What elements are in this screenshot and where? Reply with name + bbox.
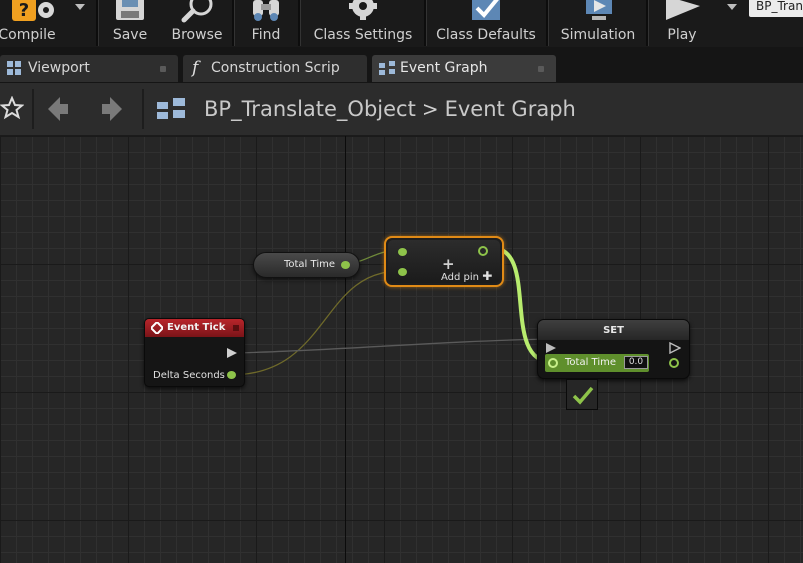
toolbar-separator — [298, 0, 301, 46]
event-tick-delegate-pin[interactable] — [233, 325, 239, 331]
class-settings-label: Class Settings — [313, 27, 413, 43]
toolbar-separator — [646, 0, 649, 46]
set-total-time-node[interactable]: SET Total Time 0.0 — [537, 319, 690, 379]
svg-text:?: ? — [19, 0, 29, 21]
tab-close-icon[interactable] — [160, 66, 166, 72]
find-binoculars-icon — [253, 0, 279, 21]
toolbar-separator — [546, 0, 549, 46]
nav-separator — [32, 89, 34, 129]
add-pin-button[interactable]: Add pin ✚ — [441, 269, 492, 283]
back-arrow-icon[interactable] — [46, 96, 70, 122]
simulation-icon — [586, 0, 612, 20]
document-tab-bar: Viewport f Construction Scrip Event Grap… — [0, 47, 803, 83]
set-pin-label: Total Time — [565, 357, 617, 368]
checkmark-icon — [572, 386, 594, 405]
favorite-star-icon[interactable] — [0, 96, 24, 120]
browse-label: Browse — [171, 27, 223, 43]
play-button[interactable]: Play — [654, 0, 710, 46]
tab-event-graph-label: Event Graph — [400, 60, 488, 76]
tab-close-icon[interactable] — [538, 66, 544, 72]
compile-label: Compile — [0, 27, 56, 43]
browse-magnifier-icon — [181, 0, 213, 23]
graph-icon — [379, 61, 395, 75]
wire-exec-tick-to-set — [232, 338, 551, 354]
delta-seconds-label: Delta Seconds — [153, 370, 225, 381]
get-total-time-label: Total Time — [283, 259, 335, 270]
set-input-pin[interactable] — [548, 358, 558, 368]
wire-delta-seconds-to-add — [229, 270, 401, 376]
class-defaults-button[interactable]: Class Defaults — [430, 0, 542, 46]
graph-navigation-bar: BP_Translate_Object > Event Graph — [0, 83, 803, 136]
save-button[interactable]: Save — [104, 0, 156, 46]
add-pin-label: Add pin — [441, 272, 480, 283]
save-icon — [116, 0, 144, 20]
class-settings-gear-icon — [349, 0, 377, 20]
toolbar-separator — [96, 0, 99, 46]
add-input-b-pin[interactable] — [398, 268, 407, 276]
nav-separator — [142, 89, 144, 129]
viewport-icon — [7, 61, 21, 75]
toolbar-separator — [232, 0, 235, 46]
event-graph-canvas[interactable]: Total Time + Add pin ✚ Event Tick Delta … — [0, 136, 803, 563]
debug-object-selector[interactable]: BP_Trans — [749, 0, 803, 17]
breadcrumb-graph[interactable]: Event Graph — [445, 97, 576, 121]
set-total-time-row: Total Time 0.0 — [545, 354, 649, 372]
event-tick-header: Event Tick — [145, 319, 244, 337]
exec-output-pin[interactable] — [226, 347, 238, 359]
compile-options-dropdown-icon[interactable] — [75, 4, 85, 10]
event-tick-title: Event Tick — [167, 322, 226, 333]
save-label: Save — [112, 27, 148, 43]
main-toolbar: ? Compile Save Browse Find Class Setting… — [0, 0, 803, 48]
set-node-title: SET — [603, 325, 624, 336]
exec-input-pin[interactable] — [545, 342, 557, 354]
compile-status-icon: ? — [12, 0, 54, 21]
breadcrumb-blueprint[interactable]: BP_Translate_Object — [204, 97, 416, 121]
exec-output-pin-hollow[interactable] — [669, 342, 681, 354]
compile-status-badge — [566, 379, 598, 410]
add-input-a-pin[interactable] — [398, 248, 407, 256]
compile-button[interactable]: ? Compile — [0, 0, 62, 46]
play-label: Play — [667, 27, 697, 43]
tab-construction-script[interactable]: f Construction Scrip — [183, 55, 367, 82]
set-output-pin[interactable] — [669, 358, 679, 368]
get-total-time-node[interactable]: Total Time — [253, 252, 360, 278]
breadcrumb: BP_Translate_Object > Event Graph — [204, 97, 576, 121]
event-diamond-icon — [151, 322, 163, 334]
tab-construction-script-label: Construction Scrip — [211, 60, 340, 76]
class-defaults-label: Class Defaults — [436, 27, 536, 43]
forward-arrow-icon[interactable] — [100, 96, 124, 122]
tab-viewport-label: Viewport — [28, 60, 90, 76]
browse-button[interactable]: Browse — [166, 0, 228, 46]
simulation-button[interactable]: Simulation — [554, 0, 642, 46]
function-icon: f — [192, 58, 199, 78]
tab-event-graph[interactable]: Event Graph — [372, 55, 556, 82]
find-button[interactable]: Find — [240, 0, 292, 46]
event-tick-node[interactable]: Event Tick Delta Seconds — [144, 318, 245, 387]
add-output-pin[interactable] — [478, 246, 488, 256]
set-value-field[interactable]: 0.0 — [624, 356, 648, 369]
class-defaults-checklist-icon — [472, 0, 500, 20]
simulation-label: Simulation — [560, 27, 636, 43]
breadcrumb-separator: > — [421, 97, 439, 121]
toolbar-separator — [424, 0, 427, 46]
find-label: Find — [251, 27, 281, 43]
class-settings-button[interactable]: Class Settings — [306, 0, 420, 46]
add-pin-plus-icon: ✚ — [482, 269, 493, 283]
add-float-node[interactable]: + Add pin ✚ — [384, 236, 504, 287]
set-node-header: SET — [538, 320, 689, 340]
event-graph-icon — [157, 98, 185, 119]
play-icon — [666, 0, 700, 20]
delta-seconds-pin[interactable] — [227, 371, 236, 379]
play-options-dropdown-icon[interactable] — [727, 4, 737, 10]
float-output-pin[interactable] — [341, 261, 350, 269]
tab-viewport[interactable]: Viewport — [0, 55, 178, 82]
